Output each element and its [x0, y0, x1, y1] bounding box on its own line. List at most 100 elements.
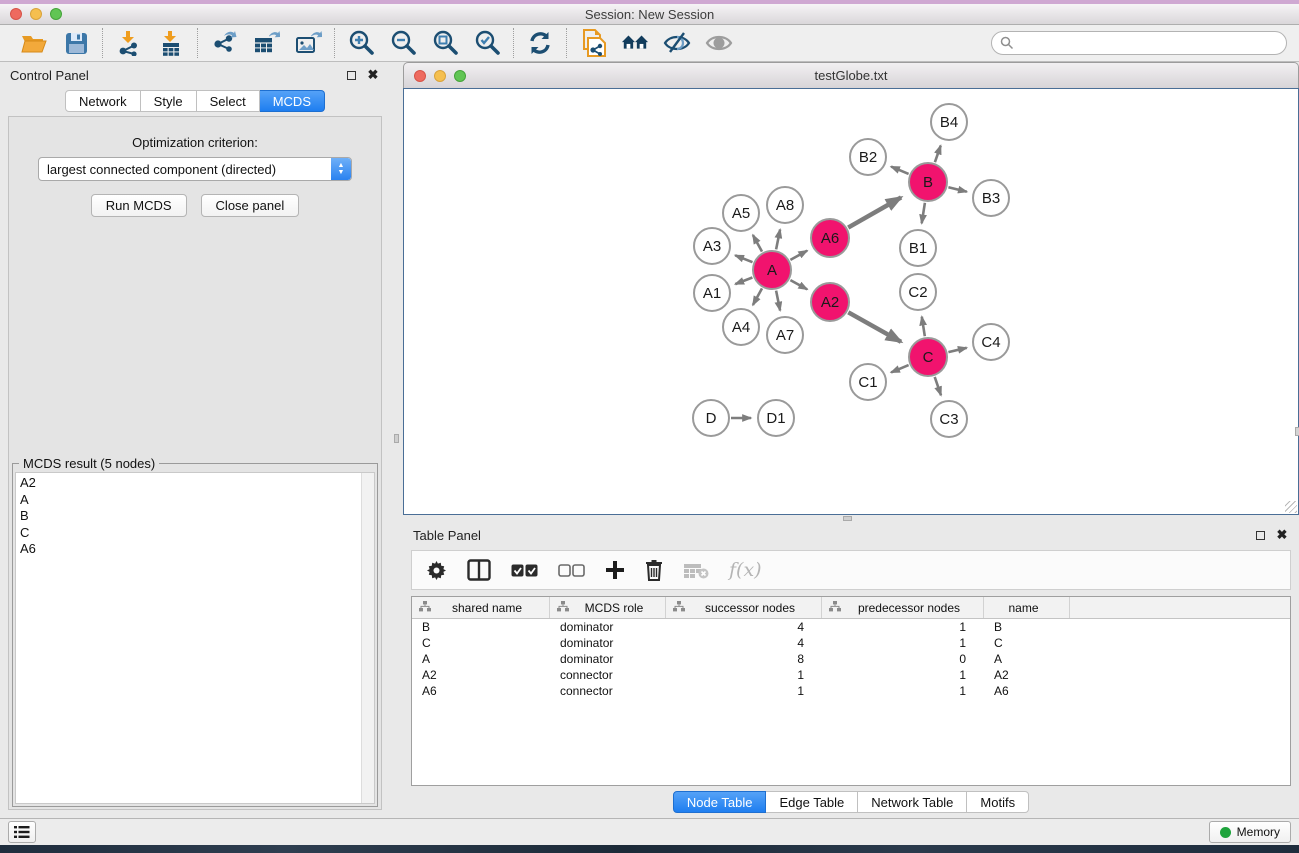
- column-header-shared-name[interactable]: shared name: [412, 597, 550, 618]
- zoom-fit-icon[interactable]: [431, 30, 459, 56]
- table-settings-gear-icon[interactable]: [426, 557, 447, 583]
- tab-select[interactable]: Select: [197, 90, 260, 112]
- delete-column-icon[interactable]: [645, 557, 663, 583]
- graph-edge-A-A2[interactable]: [790, 280, 807, 289]
- splitter-handle[interactable]: [843, 516, 852, 521]
- graph-edge-A-A8[interactable]: [776, 230, 780, 250]
- graph-node-B[interactable]: B: [909, 163, 947, 201]
- table-row[interactable]: Cdominator41C: [412, 635, 1290, 651]
- graph-node-A6[interactable]: A6: [811, 219, 849, 257]
- show-details-icon[interactable]: [705, 30, 733, 56]
- graph-edge-A-A6[interactable]: [790, 251, 807, 260]
- result-item[interactable]: B: [20, 508, 361, 525]
- graph-node-C2[interactable]: C2: [900, 274, 936, 310]
- graph-edge-A2-C[interactable]: [848, 312, 901, 342]
- graph-node-B4[interactable]: B4: [931, 104, 967, 140]
- graph-edge-C-C1[interactable]: [891, 365, 909, 372]
- table-tab-network-table[interactable]: Network Table: [858, 791, 967, 813]
- tab-network[interactable]: Network: [65, 90, 141, 112]
- table-tab-node-table[interactable]: Node Table: [673, 791, 767, 813]
- graph-node-A8[interactable]: A8: [767, 187, 803, 223]
- graph-node-A4[interactable]: A4: [723, 309, 759, 345]
- graph-edge-C-C3[interactable]: [935, 377, 941, 395]
- zoom-in-icon[interactable]: [347, 30, 375, 56]
- column-header-name[interactable]: name: [984, 597, 1070, 618]
- graph-node-B3[interactable]: B3: [973, 180, 1009, 216]
- export-table-icon[interactable]: [252, 30, 280, 56]
- graph-node-C3[interactable]: C3: [931, 401, 967, 437]
- graph-edge-A-A5[interactable]: [753, 235, 762, 252]
- graph-edge-B-B2[interactable]: [891, 167, 909, 174]
- graph-node-A3[interactable]: A3: [694, 228, 730, 264]
- horizontal-splitter[interactable]: [403, 515, 1299, 522]
- table-row[interactable]: Bdominator41B: [412, 619, 1290, 635]
- search-input[interactable]: [1018, 33, 1286, 53]
- tab-style[interactable]: Style: [141, 90, 197, 112]
- graph-edge-A-A7[interactable]: [776, 291, 780, 311]
- table-tab-motifs[interactable]: Motifs: [967, 791, 1029, 813]
- run-mcds-button[interactable]: Run MCDS: [91, 194, 187, 217]
- window-resize-grip[interactable]: [1285, 501, 1297, 513]
- show-columns-icon[interactable]: [467, 557, 491, 583]
- table-row[interactable]: A2connector11A2: [412, 667, 1290, 683]
- network-window-titlebar[interactable]: testGlobe.txt: [403, 62, 1299, 88]
- graph-node-B1[interactable]: B1: [900, 230, 936, 266]
- graph-edge-A6-B[interactable]: [848, 197, 901, 227]
- graph-edge-A-A3[interactable]: [735, 255, 752, 262]
- open-session-icon[interactable]: [20, 30, 48, 56]
- document-network-icon[interactable]: [579, 30, 607, 56]
- graph-node-D1[interactable]: D1: [758, 400, 794, 436]
- result-item[interactable]: A2: [20, 475, 361, 492]
- graph-node-D[interactable]: D: [693, 400, 729, 436]
- table-row[interactable]: A6connector11A6: [412, 683, 1290, 699]
- result-scrollbar[interactable]: [361, 473, 374, 803]
- close-panel-button[interactable]: Close panel: [201, 194, 300, 217]
- graph-edge-C-C4[interactable]: [948, 348, 966, 352]
- graph-node-A1[interactable]: A1: [694, 275, 730, 311]
- result-item[interactable]: C: [20, 525, 361, 542]
- graph-edge-C-C2[interactable]: [922, 317, 925, 337]
- table-row[interactable]: Adominator80A: [412, 651, 1290, 667]
- import-network-icon[interactable]: [115, 30, 143, 56]
- zoom-out-icon[interactable]: [389, 30, 417, 56]
- refresh-icon[interactable]: [526, 30, 554, 56]
- network-canvas[interactable]: B4B2BB3A5A8A6A3B1AA1C2A2A4A7C4CC1C3DD1: [403, 88, 1299, 515]
- graph-node-B2[interactable]: B2: [850, 139, 886, 175]
- graph-edge-B-B3[interactable]: [948, 187, 966, 192]
- graph-edge-B-B4[interactable]: [935, 146, 941, 163]
- graph-edge-A-A4[interactable]: [753, 288, 762, 305]
- task-history-button[interactable]: [8, 821, 36, 843]
- select-all-icon[interactable]: [511, 557, 538, 583]
- graph-node-A5[interactable]: A5: [723, 195, 759, 231]
- graph-node-A2[interactable]: A2: [811, 283, 849, 321]
- table-tab-edge-table[interactable]: Edge Table: [766, 791, 858, 813]
- column-header-predecessor-nodes[interactable]: predecessor nodes: [822, 597, 984, 618]
- close-panel-icon[interactable]: ✖: [1275, 528, 1289, 542]
- splitter-handle[interactable]: [394, 434, 399, 443]
- result-item[interactable]: A6: [20, 541, 361, 558]
- column-header-MCDS-role[interactable]: MCDS role: [550, 597, 666, 618]
- float-panel-icon[interactable]: [1253, 528, 1267, 542]
- vertical-splitter[interactable]: [390, 62, 403, 818]
- graph-edge-A-A1[interactable]: [735, 278, 752, 285]
- export-image-icon[interactable]: [294, 30, 322, 56]
- deselect-all-icon[interactable]: [558, 557, 585, 583]
- zoom-selected-icon[interactable]: [473, 30, 501, 56]
- import-table-icon[interactable]: [157, 30, 185, 56]
- float-panel-icon[interactable]: [344, 68, 358, 82]
- search-box[interactable]: [991, 31, 1287, 55]
- graph-node-A[interactable]: A: [753, 251, 791, 289]
- graph-node-C[interactable]: C: [909, 338, 947, 376]
- criterion-dropdown[interactable]: largest connected component (directed) ▲…: [38, 157, 352, 181]
- hide-details-icon[interactable]: [663, 30, 691, 56]
- graph-node-C1[interactable]: C1: [850, 364, 886, 400]
- memory-button[interactable]: Memory: [1209, 821, 1291, 843]
- graph-node-A7[interactable]: A7: [767, 317, 803, 353]
- add-column-icon[interactable]: [605, 557, 625, 583]
- close-panel-icon[interactable]: ✖: [366, 68, 380, 82]
- graph-edge-B-B1[interactable]: [922, 203, 925, 224]
- home-network-icon[interactable]: [621, 30, 649, 56]
- column-header-successor-nodes[interactable]: successor nodes: [666, 597, 822, 618]
- result-item[interactable]: A: [20, 492, 361, 509]
- tab-mcds[interactable]: MCDS: [260, 90, 325, 112]
